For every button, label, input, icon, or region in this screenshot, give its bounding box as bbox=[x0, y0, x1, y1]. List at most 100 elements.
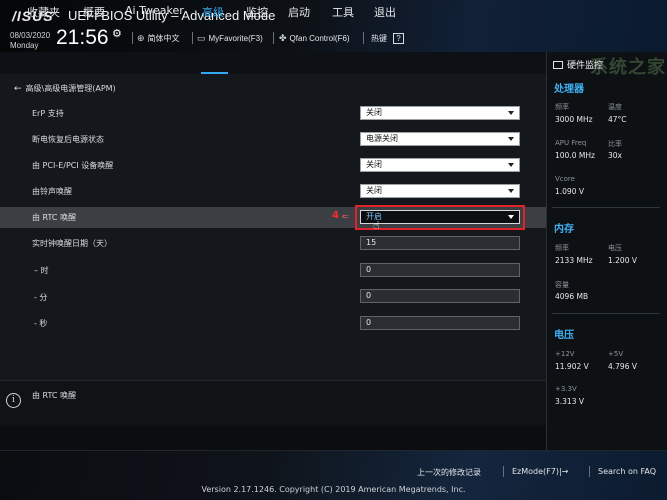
cpu-temp-value: 47°C bbox=[608, 115, 627, 124]
rtc-second-input[interactable]: 0 bbox=[360, 316, 520, 330]
chevron-down-icon bbox=[508, 189, 514, 193]
chevron-down-icon bbox=[508, 137, 514, 141]
tab-exit[interactable]: 退出 bbox=[374, 4, 396, 20]
help-text: 由 RTC 唤醒 bbox=[32, 391, 77, 400]
footer-divider bbox=[589, 466, 590, 477]
mem-volt-value: 1.200 V bbox=[608, 256, 637, 265]
monitor-icon bbox=[553, 60, 563, 69]
favorite-icon: ▭ bbox=[197, 33, 206, 43]
chevron-down-icon bbox=[508, 163, 514, 167]
header-divider bbox=[192, 32, 193, 44]
tab-advanced[interactable]: 高级 bbox=[202, 4, 224, 20]
footer-divider bbox=[503, 466, 504, 477]
header-divider bbox=[132, 32, 133, 44]
erp-support-label: ErP 支持 bbox=[32, 109, 64, 118]
rtc-day-input[interactable]: 15 bbox=[360, 236, 520, 250]
back-arrow-icon[interactable]: ← bbox=[14, 84, 22, 94]
header-divider bbox=[273, 32, 274, 44]
monitor-divider bbox=[552, 313, 660, 314]
apu-freq-value: 100.0 MHz bbox=[555, 151, 595, 160]
qfan-label: Qfan Control(F6) bbox=[289, 34, 350, 43]
ring-wake-select[interactable]: 关闭 bbox=[360, 184, 520, 198]
myfavorite-label: MyFavorite(F3) bbox=[208, 34, 263, 43]
cpu-temp-label: 温度 bbox=[608, 103, 622, 111]
hardware-monitor-label: 硬件监控 bbox=[567, 61, 604, 71]
voltage-section-title: 电压 bbox=[554, 330, 574, 341]
rtc-day-label: 实时钟唤醒日期（天） bbox=[32, 239, 112, 248]
mem-volt-label: 电压 bbox=[608, 244, 622, 252]
last-modified-button[interactable]: 上一次的修改记录 bbox=[417, 467, 481, 478]
ac-power-loss-label: 断电恢复后电源状态 bbox=[32, 135, 104, 144]
tab-ai-tweaker[interactable]: Ai Tweaker bbox=[125, 4, 184, 17]
mem-freq-value: 2133 MHz bbox=[555, 256, 593, 265]
v33-label: +3.3V bbox=[555, 385, 577, 393]
monitor-divider bbox=[552, 207, 660, 208]
vcore-label: Vcore bbox=[555, 175, 575, 183]
v12-value: 11.902 V bbox=[555, 362, 589, 371]
tab-monitor[interactable]: 监控 bbox=[246, 4, 268, 20]
ring-wake-label: 由铃声唤醒 bbox=[32, 187, 72, 196]
weekday-text: Monday bbox=[10, 41, 39, 50]
breadcrumb[interactable]: ← 高级\高级电源管理(APM) bbox=[14, 83, 116, 94]
myfavorite-button[interactable]: ▭ MyFavorite(F3) bbox=[197, 33, 263, 44]
ac-power-loss-select[interactable]: 电源关闭 bbox=[360, 132, 520, 146]
language-label: 简体中文 bbox=[147, 34, 180, 43]
cpu-ratio-label: 比率 bbox=[608, 140, 622, 148]
date-display: 08/03/2020 Monday bbox=[10, 31, 50, 51]
breadcrumb-path: 高级\高级电源管理(APM) bbox=[25, 84, 116, 93]
mem-freq-label: 频率 bbox=[555, 244, 569, 252]
ezmode-button[interactable]: EzMode(F7)|→ bbox=[512, 467, 568, 476]
info-icon: i bbox=[6, 393, 21, 408]
apu-freq-label: APU Freq bbox=[555, 139, 587, 147]
ring-wake-value: 关闭 bbox=[366, 186, 382, 195]
mem-capacity-label: 容量 bbox=[555, 281, 569, 289]
language-button[interactable]: ⊕ 简体中文 bbox=[137, 33, 180, 44]
annotation-arrow-icon: ⇐ bbox=[342, 212, 349, 221]
hotkeys-label: 热键 bbox=[371, 34, 387, 43]
cpu-section-title: 处理器 bbox=[554, 84, 584, 95]
qfan-control-button[interactable]: ✤ Qfan Control(F6) bbox=[279, 33, 350, 44]
pcie-wake-select[interactable]: 关闭 bbox=[360, 158, 520, 172]
rtc-second-label: - 秒 bbox=[34, 319, 48, 328]
annotation-highlight-box bbox=[355, 205, 525, 230]
pcie-wake-value: 关闭 bbox=[366, 160, 382, 169]
cpu-freq-value: 3000 MHz bbox=[555, 115, 593, 124]
hardware-monitor-title: 硬件监控 bbox=[553, 58, 603, 71]
date-text: 08/03/2020 bbox=[10, 31, 51, 40]
version-text: Version 2.17.1246. Copyright (C) 2019 Am… bbox=[201, 485, 466, 494]
v5-label: +5V bbox=[608, 350, 624, 358]
cpu-freq-label: 频率 bbox=[555, 103, 569, 111]
erp-support-value: 关闭 bbox=[366, 108, 382, 117]
chevron-down-icon bbox=[508, 111, 514, 115]
pcie-wake-label: 由 PCI-E/PCI 设备唤醒 bbox=[32, 161, 114, 170]
tab-main[interactable]: 概要 bbox=[83, 4, 105, 20]
tab-tool[interactable]: 工具 bbox=[332, 4, 354, 20]
v33-value: 3.313 V bbox=[555, 397, 584, 406]
rtc-hour-label: – 时 bbox=[34, 266, 49, 275]
annotation-step-number: 4 bbox=[332, 210, 339, 221]
hotkeys-button[interactable]: 热键 ? bbox=[371, 33, 404, 44]
search-faq-button[interactable]: Search on FAQ bbox=[598, 467, 656, 476]
tab-favorites[interactable]: 收藏夹 bbox=[27, 4, 60, 20]
rtc-minute-label: - 分 bbox=[34, 293, 48, 302]
v5-value: 4.796 V bbox=[608, 362, 637, 371]
vcore-value: 1.090 V bbox=[555, 187, 584, 196]
hand-cursor-icon: ☝ bbox=[373, 219, 380, 232]
gear-icon[interactable]: ⚙ bbox=[112, 27, 122, 40]
ac-power-loss-value: 电源关闭 bbox=[366, 134, 398, 143]
rtc-wake-label: 由 RTC 唤醒 bbox=[32, 213, 77, 222]
cpu-ratio-value: 30x bbox=[608, 151, 622, 160]
help-icon: ? bbox=[393, 33, 404, 44]
mem-capacity-value: 4096 MB bbox=[555, 292, 589, 301]
rtc-hour-input[interactable]: 0 bbox=[360, 263, 520, 277]
globe-icon: ⊕ bbox=[137, 33, 145, 43]
rtc-minute-input[interactable]: 0 bbox=[360, 289, 520, 303]
header-divider bbox=[363, 32, 364, 44]
fan-icon: ✤ bbox=[279, 33, 287, 43]
erp-support-select[interactable]: 关闭 bbox=[360, 106, 520, 120]
help-description-area bbox=[0, 380, 546, 426]
clock-display: 21:56 bbox=[56, 26, 109, 49]
memory-section-title: 内存 bbox=[554, 224, 574, 235]
v12-label: +12V bbox=[555, 350, 575, 358]
tab-boot[interactable]: 启动 bbox=[288, 4, 310, 20]
